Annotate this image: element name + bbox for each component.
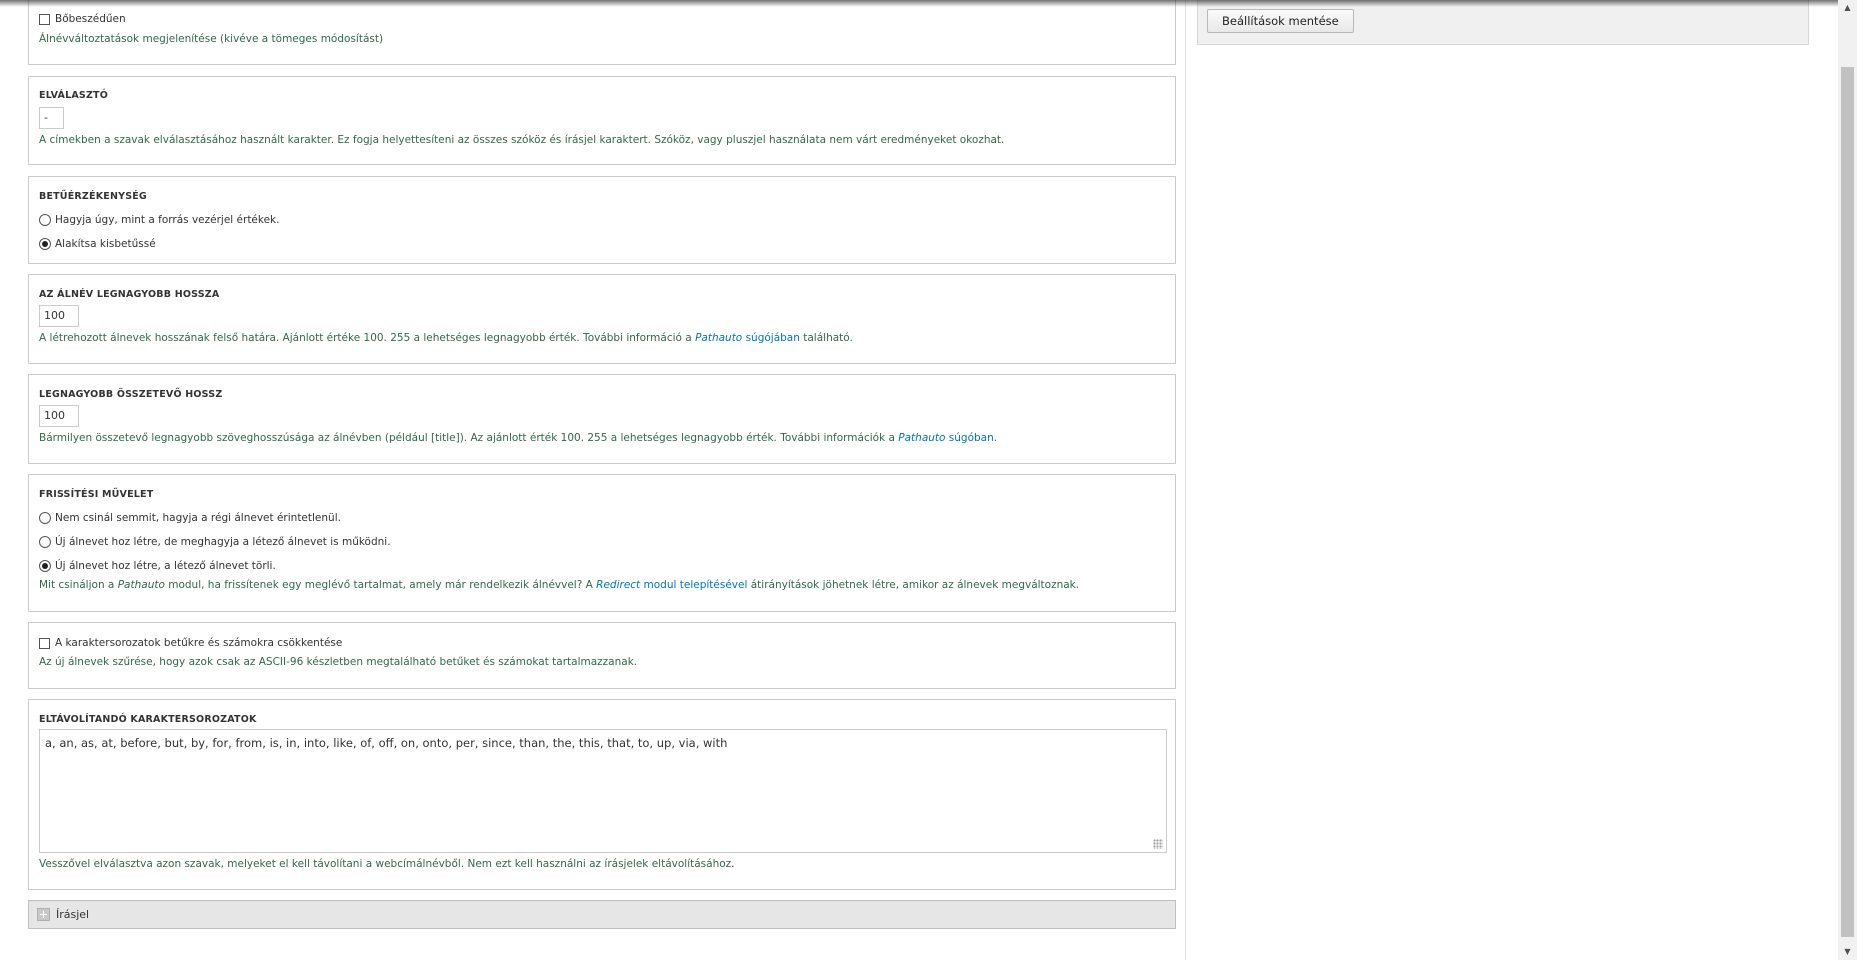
ignore-words-description: Vesszővel elválasztva azon szavak, melye… — [39, 858, 735, 870]
case-legend: BETŰÉRZÉKENYSÉG — [39, 191, 147, 202]
resize-grip-icon[interactable] — [1153, 839, 1163, 849]
update-desc-em-1: Pathauto — [117, 579, 165, 591]
verbose-checkbox-label: Bőbeszédűen — [55, 13, 126, 25]
transliterate-checkbox-label: A karaktersorozatok betűkre és számokra … — [55, 637, 343, 649]
update-radio-leave[interactable] — [39, 536, 51, 548]
pathauto-help-link-2[interactable]: Pathauto súgóban — [898, 432, 993, 444]
separator-fieldset: ELVÁLASZTÓ - A címekben a szavak elválas… — [28, 76, 1176, 165]
ignore-words-legend: ELTÁVOLÍTANDÓ KARAKTERSOROZATOK — [39, 714, 257, 725]
case-radio-lowercase[interactable] — [39, 238, 51, 250]
max-component-description: Bármilyen összetevő legnagyobb szöveghos… — [39, 432, 997, 444]
case-fieldset: BETŰÉRZÉKENYSÉG Hagyja úgy, mint a forrá… — [28, 176, 1176, 264]
verbose-option[interactable]: Bőbeszédűen — [39, 12, 126, 26]
max-component-desc-end: . — [993, 432, 998, 444]
transliterate-fieldset: A karaktersorozatok betűkre és számokra … — [28, 622, 1176, 689]
max-length-description: A létrehozott álnevek hosszának felső ha… — [39, 332, 853, 344]
case-option-lowercase[interactable]: Alakítsa kisbetűssé — [39, 237, 156, 251]
ignore-words-fieldset: ELTÁVOLÍTANDÓ KARAKTERSOROZATOK a, an, a… — [28, 699, 1176, 890]
settings-page: Bőbeszédűen Álnévváltoztatások megjelení… — [0, 0, 1857, 960]
max-component-desc-text: Bármilyen összetevő legnagyobb szöveghos… — [39, 432, 899, 444]
redirect-link-rest: modul telepítésével — [640, 579, 748, 591]
update-option-leave[interactable]: Új álnevet hoz létre, de meghagyja a lét… — [39, 535, 391, 549]
transliterate-description: Az új álnevek szűrése, hogy azok csak az… — [39, 656, 638, 668]
max-component-fieldset: LEGNAGYOBB ÖSSZETEVŐ HOSSZ 100 Bármilyen… — [28, 374, 1176, 464]
redirect-link-em: Redirect — [596, 579, 641, 591]
expand-plus-icon[interactable] — [37, 908, 50, 921]
max-length-legend: AZ ÁLNÉV LEGNAGYOBB HOSSZA — [39, 289, 220, 300]
scrollbar-thumb[interactable] — [1841, 67, 1854, 937]
pathauto-link-em: Pathauto — [695, 332, 743, 344]
max-component-legend: LEGNAGYOBB ÖSSZETEVŐ HOSSZ — [39, 389, 223, 400]
case-radio-leave[interactable] — [39, 214, 51, 226]
pathauto-help-link[interactable]: Pathauto súgójában — [695, 332, 800, 344]
max-length-desc-end: található. — [799, 332, 853, 344]
punctuation-fieldset-toggle[interactable]: Írásjel — [28, 900, 1176, 929]
max-component-input[interactable]: 100 — [39, 405, 79, 427]
redirect-module-link[interactable]: Redirect modul telepítésével — [596, 579, 747, 591]
scroll-down-icon[interactable]: ▼ — [1838, 944, 1857, 960]
vertical-scrollbar[interactable]: ▲ ▼ — [1838, 0, 1857, 960]
update-option-nothing-label: Nem csinál semmit, hagyja a régi álnevet… — [55, 512, 341, 524]
update-option-delete[interactable]: Új álnevet hoz létre, a létező álnevet t… — [39, 559, 276, 573]
update-action-fieldset: FRISSÍTÉSI MŰVELET Nem csinál semmit, ha… — [28, 474, 1176, 612]
top-shadow — [0, 0, 1838, 7]
verbose-checkbox[interactable] — [39, 13, 50, 25]
update-radio-delete[interactable] — [39, 560, 51, 572]
update-desc-1: Mit csináljon a — [39, 579, 118, 591]
update-option-nothing[interactable]: Nem csinál semmit, hagyja a régi álnevet… — [39, 511, 341, 525]
pathauto-link-em-2: Pathauto — [898, 432, 946, 444]
max-length-desc-text: A létrehozott álnevek hosszának felső ha… — [39, 332, 696, 344]
max-length-fieldset: AZ ÁLNÉV LEGNAGYOBB HOSSZA 100 A létreho… — [28, 274, 1176, 364]
separator-description: A címekben a szavak elválasztásához hasz… — [39, 134, 1005, 146]
save-settings-button[interactable]: Beállítások mentése — [1207, 9, 1354, 33]
column-divider — [1185, 0, 1186, 960]
punctuation-label: Írásjel — [56, 908, 90, 921]
ignore-words-textarea[interactable]: a, an, as, at, before, but, by, for, fro… — [39, 729, 1167, 853]
transliterate-checkbox[interactable] — [39, 637, 50, 649]
update-action-description: Mit csináljon a Pathauto modul, ha friss… — [39, 579, 1079, 591]
pathauto-link-rest-2: súgóban — [945, 432, 994, 444]
verbose-description: Álnévváltoztatások megjelenítése (kivéve… — [39, 33, 384, 45]
update-option-leave-label: Új álnevet hoz létre, de meghagyja a lét… — [55, 536, 391, 548]
case-option-leave[interactable]: Hagyja úgy, mint a forrás vezérjel érték… — [39, 213, 279, 227]
case-option-leave-label: Hagyja úgy, mint a forrás vezérjel érték… — [55, 214, 280, 226]
case-option-lowercase-label: Alakítsa kisbetűssé — [55, 238, 156, 250]
separator-legend: ELVÁLASZTÓ — [39, 90, 108, 101]
pathauto-link-rest: súgójában — [742, 332, 800, 344]
update-desc-2: modul, ha frissítenek egy meglévő tartal… — [164, 579, 597, 591]
separator-input[interactable]: - — [39, 107, 64, 129]
update-action-legend: FRISSÍTÉSI MŰVELET — [39, 489, 154, 500]
verbose-fieldset: Bőbeszédűen Álnévváltoztatások megjelení… — [28, 0, 1176, 65]
update-desc-3: átirányítások jöhetnek létre, amikor az … — [747, 579, 1080, 591]
scroll-up-icon[interactable]: ▲ — [1838, 0, 1857, 16]
ignore-words-value: a, an, as, at, before, but, by, for, fro… — [45, 736, 728, 750]
update-option-delete-label: Új álnevet hoz létre, a létező álnevet t… — [55, 560, 276, 572]
update-radio-nothing[interactable] — [39, 512, 51, 524]
max-length-input[interactable]: 100 — [39, 305, 79, 327]
transliterate-option[interactable]: A karaktersorozatok betűkre és számokra … — [39, 636, 342, 650]
